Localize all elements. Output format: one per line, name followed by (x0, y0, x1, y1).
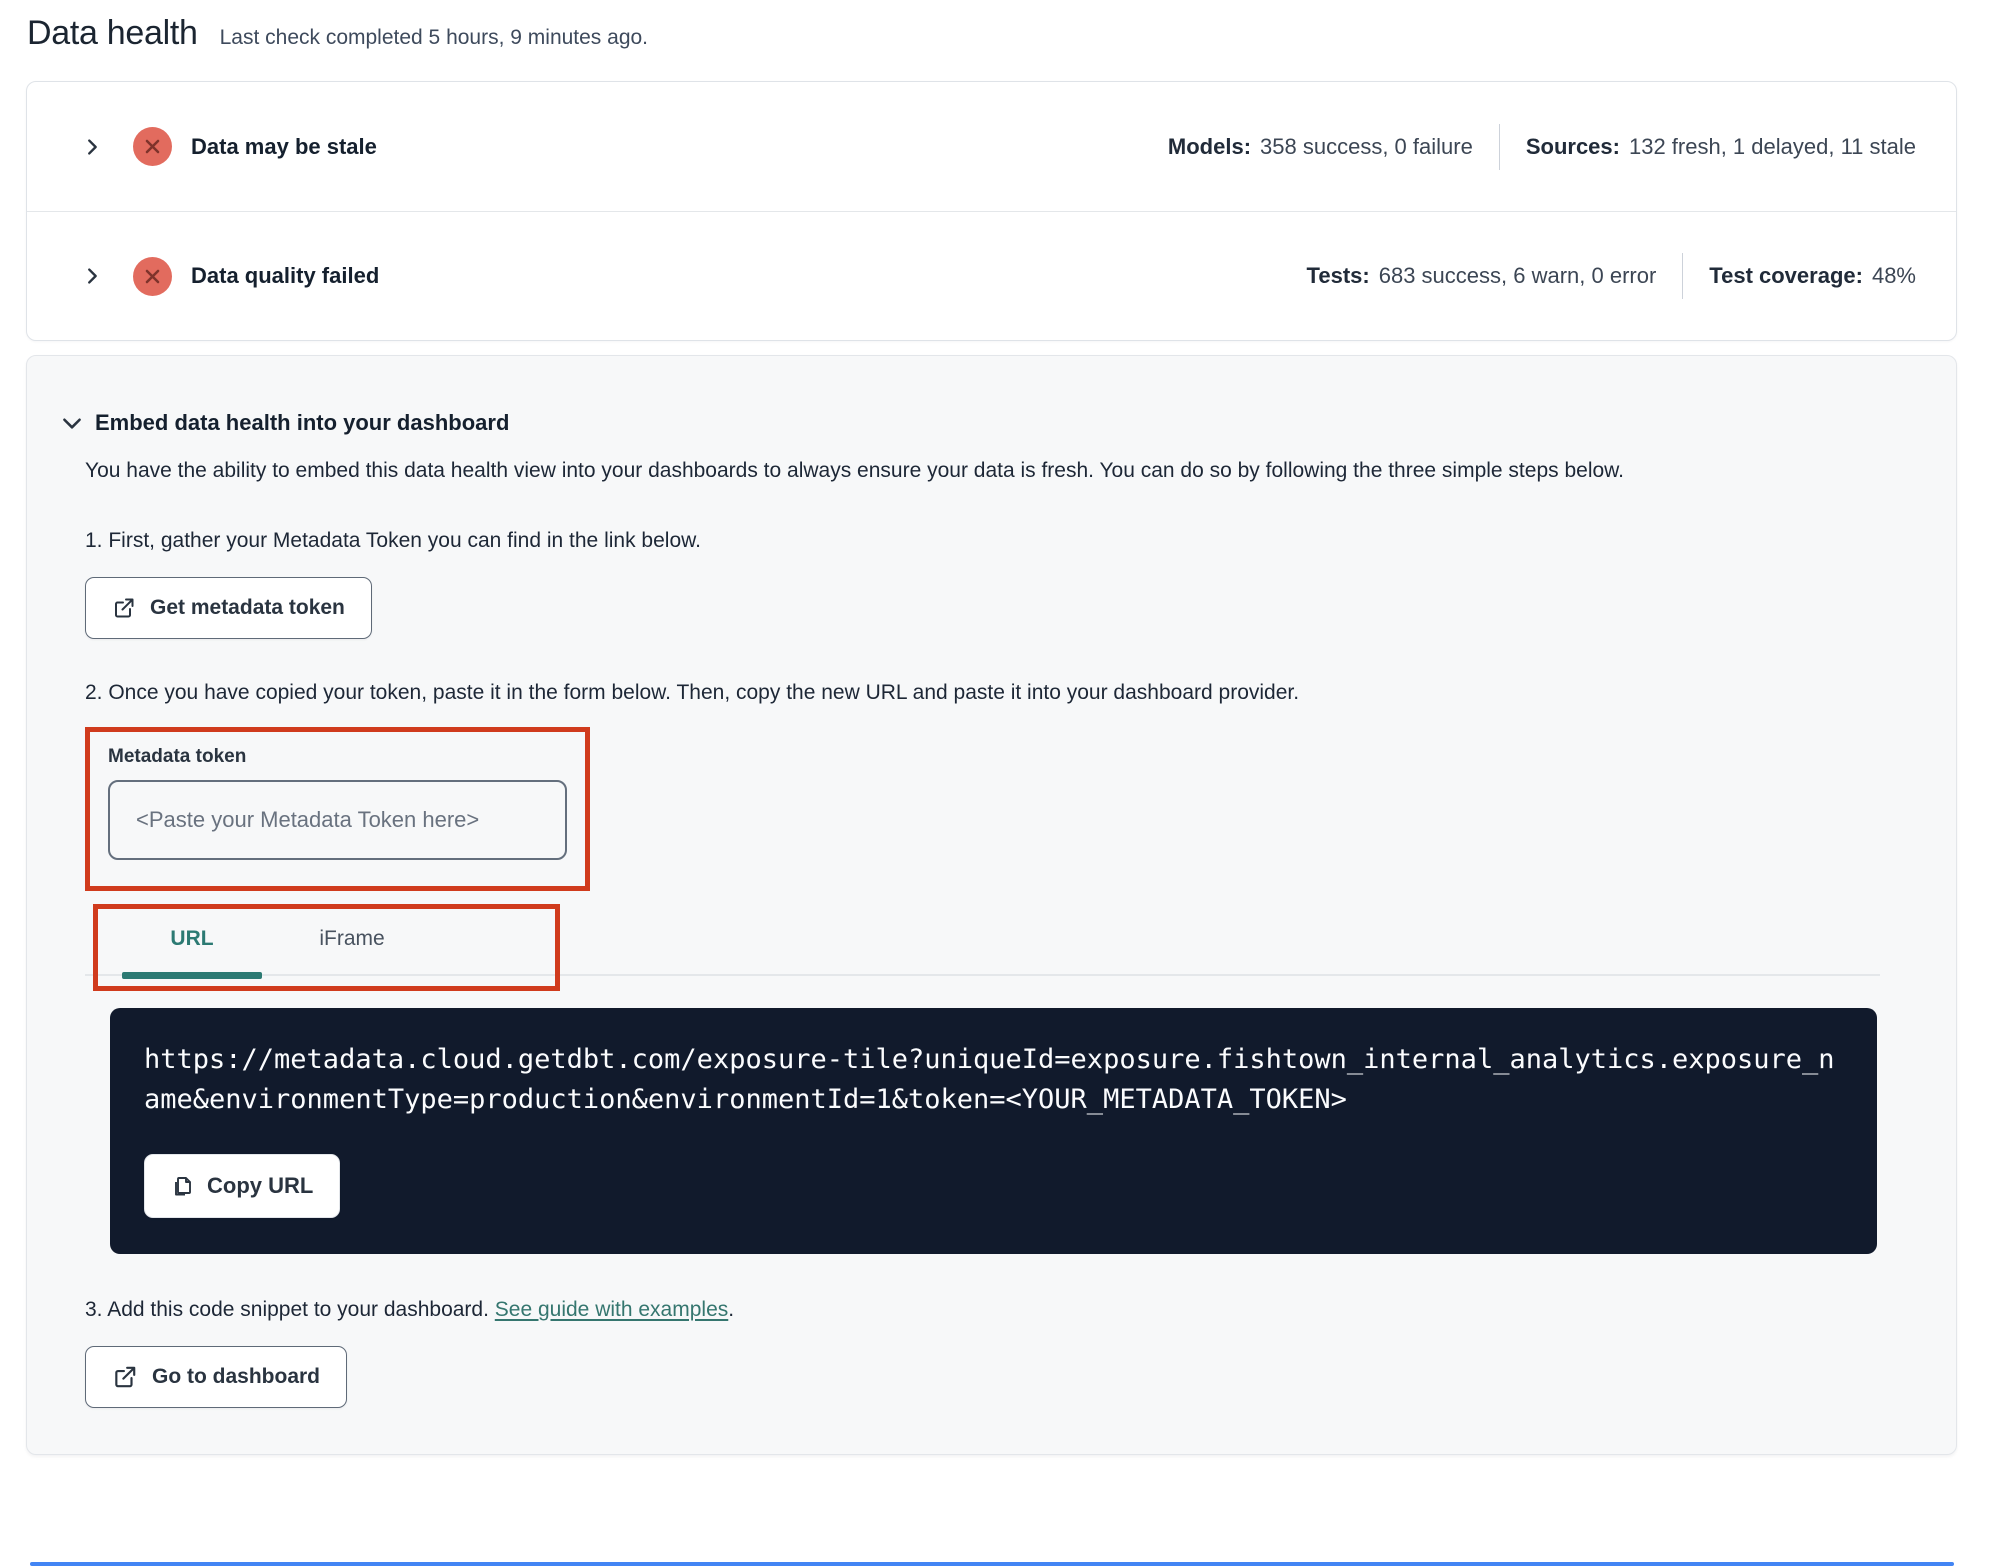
status-row-stale[interactable]: Data may be stale Models: 358 success, 0… (27, 82, 1956, 211)
metadata-token-label: Metadata token (108, 746, 247, 767)
bottom-accent-line (30, 1562, 1954, 1566)
chevron-right-icon[interactable] (77, 132, 107, 162)
go-to-dashboard-button[interactable]: Go to dashboard (85, 1346, 347, 1408)
chevron-down-icon[interactable] (59, 410, 85, 436)
status-card: Data may be stale Models: 358 success, 0… (26, 81, 1957, 341)
test-coverage-stat: Test coverage: 48% (1682, 253, 1916, 299)
step-3-text: 3. Add this code snippet to your dashboa… (85, 1298, 735, 1321)
status-row-title: Data may be stale (191, 133, 377, 159)
output-format-tabs: URL iFrame (85, 904, 1880, 991)
tab-url[interactable]: URL (122, 903, 262, 979)
embed-panel: Embed data health into your dashboard Yo… (26, 355, 1957, 1455)
embed-url-code-block: https://metadata.cloud.getdbt.com/exposu… (110, 1008, 1877, 1254)
embed-section-header[interactable]: Embed data health into your dashboard (59, 410, 1880, 436)
see-guide-link[interactable]: See guide with examples (495, 1298, 728, 1321)
models-stat: Models: 358 success, 0 failure (1167, 133, 1473, 159)
active-tab-underline (122, 972, 262, 979)
step-1-text: 1. First, gather your Metadata Token you… (85, 529, 701, 552)
copy-url-button[interactable]: Copy URL (144, 1154, 341, 1218)
error-x-icon (133, 256, 172, 296)
metadata-token-input[interactable] (108, 780, 567, 860)
status-row-stats: Tests: 683 success, 6 warn, 0 error Test… (1307, 253, 1916, 299)
copy-icon (171, 1174, 195, 1198)
status-row-stats: Models: 358 success, 0 failure Sources: … (1167, 123, 1916, 170)
tests-stat: Tests: 683 success, 6 warn, 0 error (1306, 263, 1657, 288)
external-link-icon (112, 1364, 138, 1390)
embed-url-text: https://metadata.cloud.getdbt.com/exposu… (144, 1044, 1835, 1115)
tab-iframe[interactable]: iFrame (282, 903, 422, 975)
embed-section-title: Embed data health into your dashboard (95, 410, 510, 435)
status-row-title: Data quality failed (191, 263, 380, 288)
chevron-right-icon[interactable] (77, 261, 107, 291)
sources-stat: Sources: 132 fresh, 1 delayed, 11 stale (1498, 123, 1916, 170)
get-metadata-token-button[interactable]: Get metadata token (85, 577, 372, 639)
annotation-box-token: Metadata token (85, 727, 590, 891)
page-title: Data health (27, 14, 198, 52)
last-check-status: Last check completed 5 hours, 9 minutes … (219, 26, 649, 49)
page-header: Data health Last check completed 5 hours… (0, 0, 1990, 53)
step-2-text: 2. Once you have copied your token, past… (85, 681, 1300, 704)
status-row-quality[interactable]: Data quality failed Tests: 683 success, … (27, 211, 1956, 340)
embed-description: You have the ability to embed this data … (85, 459, 1624, 482)
external-link-icon (112, 596, 136, 620)
error-x-icon (133, 127, 172, 166)
